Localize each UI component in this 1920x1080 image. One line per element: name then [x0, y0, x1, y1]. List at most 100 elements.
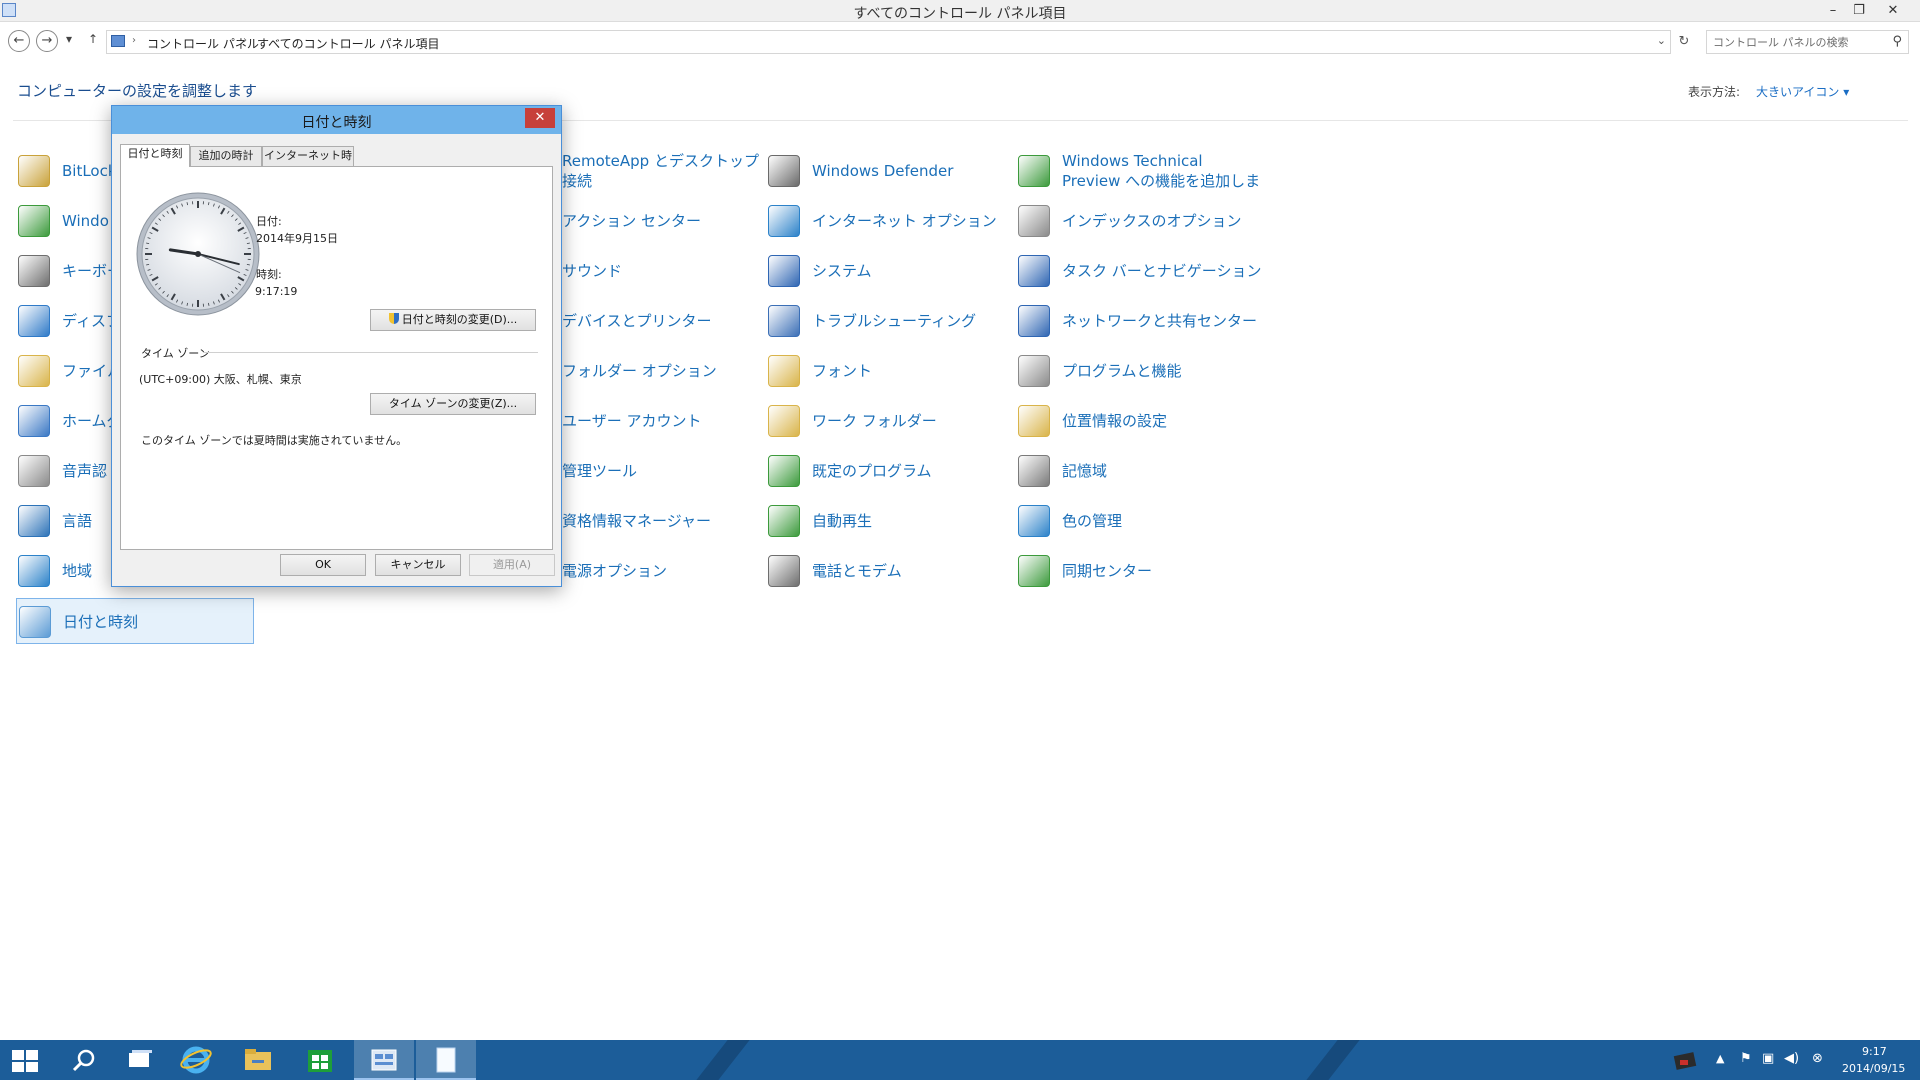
- cp-item-label: タスク バーとナビゲーション: [1062, 262, 1262, 280]
- cp-item-indexing-options[interactable]: インデックスのオプション: [1016, 198, 1276, 244]
- system-icon: [768, 255, 800, 287]
- cp-item-programs-features[interactable]: プログラムと機能: [1016, 348, 1276, 394]
- cp-item-label: サウンド: [562, 262, 623, 280]
- cp-item-label: フォント: [812, 362, 873, 380]
- taskbar-clock-date[interactable]: 2014/09/15: [1842, 1062, 1905, 1075]
- cp-item-defender[interactable]: Windows Defender: [766, 148, 1014, 194]
- cp-item-sync-center[interactable]: 同期センター: [1016, 548, 1276, 594]
- homegroup-icon: [18, 405, 50, 437]
- breadcrumb-all-items[interactable]: すべてのコントロール パネル項目: [257, 35, 440, 52]
- address-box[interactable]: › コントロール パネル › すべてのコントロール パネル項目 ⌄: [106, 30, 1671, 54]
- timezone-group-line: [203, 352, 538, 353]
- search-input[interactable]: [1713, 34, 1883, 50]
- timezone-group-label: タイム ゾーン: [141, 347, 210, 360]
- close-window-button[interactable]: ✕: [1880, 1, 1906, 21]
- date-time-dialog: 日付と時刻 ✕ 日付と時刻 追加の時計 インターネット時刻: [111, 105, 562, 587]
- sync-center-icon: [1018, 555, 1050, 587]
- taskbar-search-button[interactable]: [56, 1040, 112, 1080]
- taskbar-notepad[interactable]: [416, 1040, 476, 1080]
- breadcrumb-separator-icon[interactable]: ›: [243, 35, 247, 46]
- ok-button[interactable]: OK: [280, 554, 366, 576]
- address-dropdown-icon[interactable]: ⌄: [1657, 34, 1666, 47]
- change-timezone-button[interactable]: タイム ゾーンの変更(Z)...: [370, 393, 536, 415]
- cp-item-location-settings[interactable]: 位置情報の設定: [1016, 398, 1276, 444]
- recent-locations-button[interactable]: ▾: [66, 32, 72, 46]
- cp-item-label: Windo: [62, 212, 109, 230]
- taskbar-store[interactable]: [292, 1040, 348, 1080]
- network-icon[interactable]: ▣: [1762, 1051, 1774, 1066]
- cp-item-taskbar-navigation[interactable]: タスク バーとナビゲーション: [1016, 248, 1276, 294]
- cp-item-storage-spaces[interactable]: 記憶域: [1016, 448, 1276, 494]
- dialog-title-bar[interactable]: 日付と時刻 ✕: [112, 106, 561, 134]
- cp-item-label: 電話とモデム: [812, 562, 902, 580]
- taskbar: ▲ ⚑ ▣ ◀) ⊗ 9:17 2014/09/15: [0, 1040, 1920, 1080]
- cp-item-system[interactable]: システム: [766, 248, 1014, 294]
- internet-options-icon: [768, 205, 800, 237]
- cp-item-label: 記憶域: [1062, 462, 1108, 480]
- cp-item-label: 地域: [62, 562, 93, 580]
- taskbar-internet-explorer[interactable]: [168, 1040, 224, 1080]
- back-button[interactable]: ←: [8, 30, 30, 52]
- bitlocker-icon: [18, 155, 50, 187]
- view-by-dropdown[interactable]: 大きいアイコン ▾: [1756, 83, 1849, 100]
- cp-item-internet-options[interactable]: インターネット オプション: [766, 198, 1014, 244]
- cp-item-label: 音声認: [62, 462, 108, 480]
- cp-item-add-features[interactable]: Windows Technical Preview への機能を追加しま: [1016, 148, 1276, 194]
- display-icon: [18, 305, 50, 337]
- volume-icon[interactable]: ◀): [1784, 1051, 1799, 1066]
- ime-icon[interactable]: ⊗: [1812, 1051, 1823, 1066]
- tab-internet-time[interactable]: インターネット時刻: [262, 146, 354, 180]
- cp-item-default-programs[interactable]: 既定のプログラム: [766, 448, 1014, 494]
- forward-button[interactable]: →: [36, 30, 58, 52]
- location-settings-icon: [1018, 405, 1050, 437]
- cancel-button[interactable]: キャンセル: [375, 554, 461, 576]
- cp-item-label: 言語: [62, 512, 93, 530]
- address-bar: ← → ▾ ↑ › コントロール パネル › すべてのコントロール パネル項目 …: [0, 26, 1920, 56]
- restore-button[interactable]: ❐: [1846, 1, 1872, 21]
- refresh-button[interactable]: ↻: [1672, 30, 1696, 54]
- cp-item-label: ネットワークと共有センター: [1062, 312, 1258, 330]
- default-programs-icon: [768, 455, 800, 487]
- cp-item-label: ユーザー アカウント: [562, 412, 702, 430]
- cp-item-troubleshooting[interactable]: トラブルシューティング: [766, 298, 1014, 344]
- cp-item-date-time[interactable]: 日付と時刻: [16, 598, 254, 644]
- cp-item-network-sharing[interactable]: ネットワークと共有センター: [1016, 298, 1276, 344]
- windows-update-icon: [18, 205, 50, 237]
- taskbar-clock-time[interactable]: 9:17: [1862, 1045, 1887, 1058]
- tray-overflow-icon[interactable]: ▲: [1716, 1052, 1724, 1065]
- search-box[interactable]: ⚲: [1706, 30, 1909, 54]
- cp-item-label: 同期センター: [1062, 562, 1153, 580]
- change-date-time-button[interactable]: 日付と時刻の変更(D)...: [370, 309, 536, 331]
- cp-item-label: 色の管理: [1062, 512, 1123, 530]
- apply-button[interactable]: 適用(A): [469, 554, 555, 576]
- network-sharing-icon: [1018, 305, 1050, 337]
- start-button[interactable]: [0, 1040, 56, 1080]
- microphone-icon: [18, 455, 50, 487]
- window-title-bar: すべてのコントロール パネル項目 – ❐ ✕: [0, 0, 1920, 22]
- dialog-title: 日付と時刻: [301, 115, 372, 131]
- cp-item-fonts[interactable]: フォント: [766, 348, 1014, 394]
- taskbar-control-panel[interactable]: [354, 1040, 414, 1080]
- action-center-flag-icon[interactable]: ⚑: [1740, 1051, 1752, 1066]
- cp-item-label: システム: [812, 262, 872, 280]
- task-view-button[interactable]: [112, 1040, 168, 1080]
- document-icon: [436, 1047, 456, 1073]
- task-view-icon: [129, 1050, 152, 1067]
- taskbar-navigation-icon: [1018, 255, 1050, 287]
- cp-item-work-folders[interactable]: ワーク フォルダー: [766, 398, 1014, 444]
- minimize-button[interactable]: –: [1820, 1, 1846, 21]
- dialog-close-button[interactable]: ✕: [525, 108, 555, 128]
- file-history-icon: [18, 355, 50, 387]
- cp-item-autoplay[interactable]: 自動再生: [766, 498, 1014, 544]
- date-time-tab-panel: 日付: 2014年9月15日 時刻: 9:17:19 日付と時刻の変更(D)..…: [120, 166, 553, 550]
- cp-item-label: RemoteApp とデスクトップ接続: [562, 152, 759, 190]
- tab-date-time[interactable]: 日付と時刻: [120, 144, 190, 167]
- cp-item-phone-modem[interactable]: 電話とモデム: [766, 548, 1014, 594]
- cp-item-color-management[interactable]: 色の管理: [1016, 498, 1276, 544]
- taskbar-wallpaper-stripe: [696, 1040, 750, 1080]
- tab-additional-clocks[interactable]: 追加の時計: [190, 146, 262, 166]
- tray-book-icon[interactable]: [1672, 1048, 1702, 1072]
- taskbar-file-explorer[interactable]: [230, 1040, 286, 1080]
- up-button[interactable]: ↑: [88, 32, 98, 46]
- search-icon[interactable]: ⚲: [1892, 34, 1902, 49]
